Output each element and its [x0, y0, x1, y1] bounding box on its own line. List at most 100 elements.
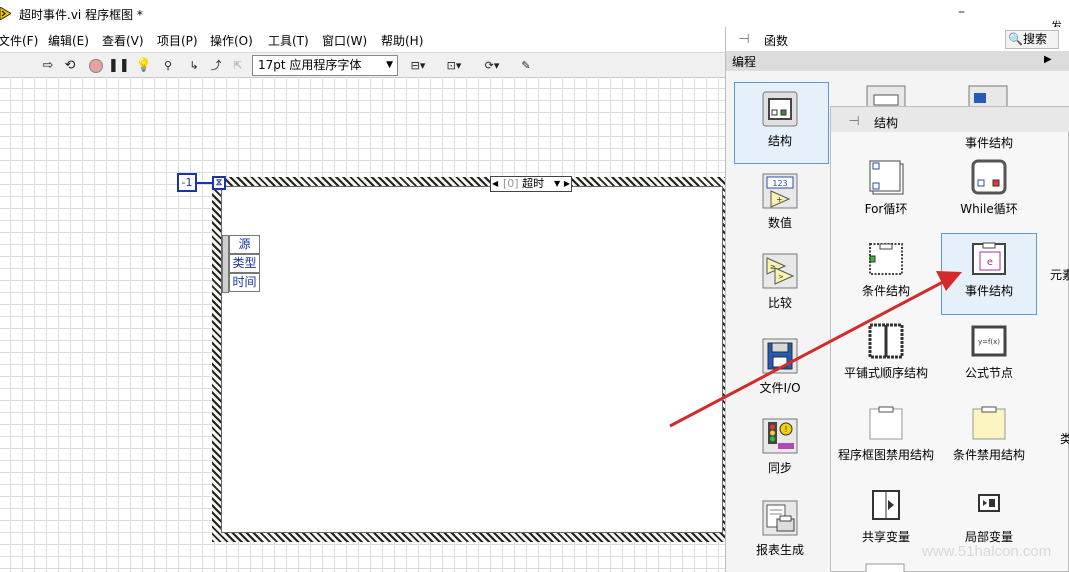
- palette-item-comparison[interactable]: ≥ > 比较: [741, 252, 819, 311]
- top-partial-label: 事件结构: [964, 136, 1013, 150]
- case-structure-icon: [869, 243, 903, 275]
- structures-subpalette: ⊣ 结构 事件结构 For循环 While循环 条件结构 e 事件结构 元素 平…: [830, 106, 1069, 572]
- distribute-objects-icon[interactable]: ⊡▾: [440, 56, 468, 76]
- subpalette-item-for-loop[interactable]: For循环: [847, 158, 925, 217]
- numeric-icon: 123 +: [762, 173, 798, 209]
- structures-icon: [762, 91, 798, 127]
- for-loop-icon: [869, 160, 904, 195]
- pause-icon[interactable]: ❚❚: [108, 56, 130, 76]
- wire[interactable]: [197, 182, 213, 184]
- event-data-source[interactable]: 源: [229, 235, 260, 254]
- svg-text:!: !: [784, 425, 787, 434]
- font-select-value: 17pt 应用程序字体: [258, 58, 362, 72]
- labview-app-icon: [0, 7, 11, 20]
- run-continuously-icon[interactable]: ⟲: [60, 56, 80, 76]
- event-name: 超时: [522, 177, 545, 190]
- clean-up-diagram-icon[interactable]: ✎: [514, 56, 538, 76]
- abort-execution-icon[interactable]: [86, 56, 106, 76]
- menu-file[interactable]: 文件(F): [0, 32, 38, 49]
- palette-item-numeric[interactable]: 123 + 数值: [741, 172, 819, 231]
- highlight-execution-icon[interactable]: 💡: [134, 56, 154, 76]
- palette-item-report-generation[interactable]: 报表生成: [741, 499, 819, 558]
- menu-view[interactable]: 查看(V): [102, 32, 144, 49]
- event-data-time[interactable]: 时间: [229, 273, 260, 292]
- palette-header: ⊣ 函数 🔍搜索: [726, 27, 1069, 51]
- font-select[interactable]: 17pt 应用程序字体 ▼: [252, 55, 398, 76]
- subpalette-item-conditional-disable-structure[interactable]: 条件禁用结构: [949, 404, 1029, 463]
- menu-window[interactable]: 窗口(W): [322, 32, 367, 49]
- formula-node-icon: y=f(x): [971, 325, 1007, 357]
- diagram-disable-icon: [869, 406, 903, 440]
- subpalette-item-local-variable[interactable]: 局部变量: [949, 486, 1029, 545]
- svg-text:123: 123: [772, 179, 787, 188]
- subpalette-item-shared-variable[interactable]: 共享变量: [847, 486, 925, 545]
- pin-icon[interactable]: ⊣: [846, 114, 862, 130]
- window-title: 超时事件.vi 程序框图 *: [19, 8, 143, 22]
- shared-variable-icon: [872, 490, 900, 520]
- while-loop-icon: [971, 159, 1007, 195]
- flat-sequence-icon: [868, 323, 904, 359]
- palette-item-synchronization[interactable]: ! 同步: [741, 417, 819, 476]
- numeric-constant[interactable]: -1: [177, 173, 197, 192]
- subpalette-item-element-partial[interactable]: 元素: [1047, 265, 1069, 283]
- chevron-down-icon: ▼: [386, 60, 393, 70]
- subpalette-title: 结构: [874, 116, 899, 130]
- svg-text:y=f(x): y=f(x): [978, 338, 1000, 346]
- search-icon: 🔍: [1008, 32, 1023, 46]
- subpalette-item-case-structure[interactable]: 条件结构: [847, 240, 925, 299]
- expand-arrow-icon: ▶: [1044, 54, 1052, 65]
- decrement-arrow-icon[interactable]: ◀: [492, 177, 498, 191]
- palette-title: 函数: [764, 34, 789, 48]
- step-out-icon[interactable]: ⇱: [228, 56, 248, 76]
- palette-item-structures[interactable]: 结构: [741, 90, 819, 149]
- partial-palette-icon: [866, 85, 906, 107]
- minimize-button[interactable]: –: [958, 4, 965, 20]
- pin-icon[interactable]: ⊣: [736, 32, 752, 48]
- menu-bar: 文件(F) 编辑(E) 查看(V) 项目(P) 操作(O) 工具(T) 窗口(W…: [0, 30, 740, 50]
- svg-text:>: >: [778, 273, 784, 281]
- dropdown-arrow-icon[interactable]: ▼: [554, 177, 560, 191]
- subpalette-header: ⊣ 结构: [831, 107, 1069, 132]
- partial-palette-icon: [865, 563, 905, 572]
- event-structure[interactable]: [212, 177, 732, 542]
- run-arrow-icon[interactable]: ⇨: [38, 56, 58, 76]
- report-generation-icon: [762, 500, 798, 536]
- event-index: [0]: [503, 177, 519, 190]
- subpalette-item-diagram-disable-structure[interactable]: 程序框图禁用结构: [836, 404, 936, 463]
- palette-item-file-io[interactable]: 文件I/O: [741, 337, 819, 396]
- reorder-icon[interactable]: ⟳▾: [478, 56, 506, 76]
- svg-text:e: e: [987, 257, 993, 268]
- retain-wire-values-icon[interactable]: ⚲: [158, 56, 178, 76]
- increment-arrow-icon[interactable]: ▶: [564, 177, 570, 191]
- search-button[interactable]: 🔍搜索: [1005, 30, 1059, 49]
- align-objects-icon[interactable]: ⊟▾: [404, 56, 432, 76]
- event-selector[interactable]: ◀ [0] 超时 ▼ ▶: [490, 176, 572, 192]
- menu-tools[interactable]: 工具(T): [268, 32, 309, 49]
- svg-text:+: +: [776, 195, 783, 204]
- menu-help[interactable]: 帮助(H): [381, 32, 423, 49]
- watermark: www.51halcon.com: [922, 543, 1052, 560]
- toolbar: ⇨ ⟲ ❚❚ 💡 ⚲ ↳ ⤴ ⇱ 17pt 应用程序字体 ▼ ⊟▾ ⊡▾ ⟳▾ …: [0, 52, 740, 78]
- event-data-type[interactable]: 类型: [229, 254, 260, 273]
- event-data-node[interactable]: 源 类型 时间: [222, 235, 260, 293]
- svg-text:≥: ≥: [770, 263, 776, 271]
- comparison-icon: ≥ >: [762, 253, 798, 289]
- subpalette-item-class-partial[interactable]: 类: [1051, 429, 1069, 447]
- category-programming[interactable]: 编程 ▶: [726, 51, 1069, 71]
- subpalette-item-event-structure[interactable]: e 事件结构: [949, 240, 1029, 299]
- step-into-icon[interactable]: ↳: [184, 56, 204, 76]
- menu-edit[interactable]: 编辑(E): [48, 32, 89, 49]
- timeout-terminal-icon[interactable]: ⧖: [212, 176, 226, 190]
- subpalette-item-flat-sequence[interactable]: 平铺式顺序结构: [836, 322, 936, 381]
- synchronization-icon: !: [762, 418, 798, 454]
- local-variable-icon: [978, 494, 1000, 512]
- event-structure-icon: e: [972, 242, 1006, 275]
- subpalette-item-while-loop[interactable]: While循环: [949, 158, 1029, 217]
- menu-operate[interactable]: 操作(O): [210, 32, 253, 49]
- menu-project[interactable]: 项目(P): [157, 32, 198, 49]
- conditional-disable-icon: [972, 406, 1006, 440]
- partial-palette-icon: [968, 85, 1008, 107]
- step-over-icon[interactable]: ⤴: [206, 56, 226, 76]
- title-bar: 超时事件.vi 程序框图 * –: [0, 0, 1000, 28]
- subpalette-item-formula-node[interactable]: y=f(x) 公式节点: [949, 322, 1029, 381]
